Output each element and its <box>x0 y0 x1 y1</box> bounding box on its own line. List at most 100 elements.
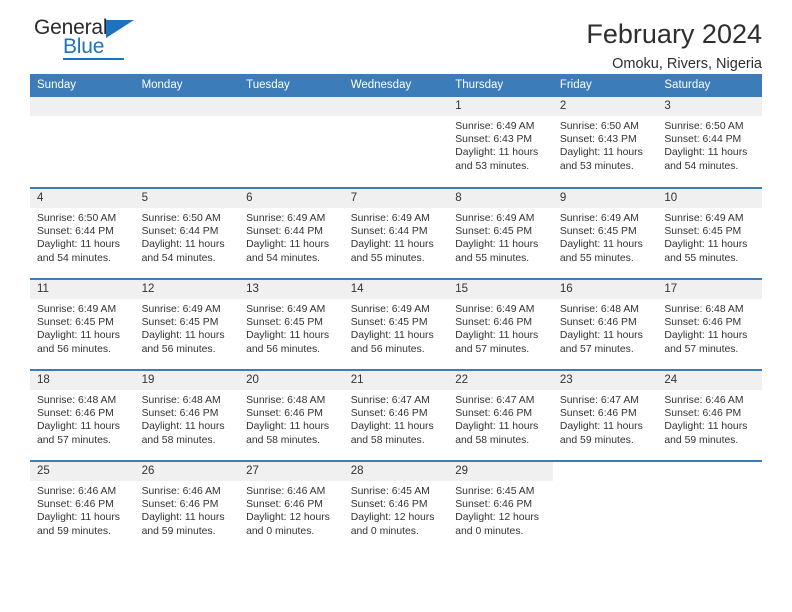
calendar-day-details: Sunrise: 6:49 AM Sunset: 6:44 PM Daylight:… <box>239 208 344 265</box>
calendar-day-detail-line: and 58 minutes. <box>141 434 216 446</box>
calendar-day-details <box>135 116 240 120</box>
calendar-day-cell[interactable]: 4 Sunrise: 6:50 AM Sunset: 6:44 PM Daylight… <box>30 189 135 278</box>
calendar-week-row: 11 Sunrise: 6:49 AM Sunset: 6:45 PM Dayligh… <box>30 278 762 370</box>
calendar-day-detail-line: Sunset: 6:44 PM <box>141 226 219 238</box>
calendar-day-cell[interactable]: 27 Sunrise: 6:46 AM Sunset: 6:46 PM Dayligh… <box>239 462 344 551</box>
calendar-day-cell[interactable]: 5 Sunrise: 6:50 AM Sunset: 6:44 PM Daylight… <box>134 189 240 278</box>
calendar-day-detail-line: and 59 minutes. <box>37 525 111 537</box>
calendar-empty-cell <box>657 462 762 551</box>
calendar-day-number: 26 <box>134 462 240 481</box>
calendar-empty-cell <box>239 97 344 186</box>
calendar-day-detail-line: Sunset: 6:45 PM <box>37 317 114 329</box>
calendar-day-detail-line: Sunset: 6:45 PM <box>350 317 428 329</box>
calendar-day-cell[interactable]: 3 Sunrise: 6:50 AM Sunset: 6:44 PM Daylight… <box>657 97 762 186</box>
calendar-day-detail-line: Sunset: 6:46 PM <box>559 317 637 329</box>
calendar-day-detail-line: Sunrise: 6:48 AM <box>559 304 639 315</box>
calendar-day-detail-line: and 58 minutes. <box>246 434 321 446</box>
location-subtitle: Omoku, Rivers, Nigeria <box>612 56 762 72</box>
calendar-day-cell[interactable]: 9 Sunrise: 6:49 AM Sunset: 6:45 PM Daylight… <box>552 189 658 278</box>
calendar-day-number: 6 <box>239 189 344 208</box>
calendar-day-cell[interactable]: 29 Sunrise: 6:45 AM Sunset: 6:46 PM Dayligh… <box>448 462 553 551</box>
page-header: General Blue February 2024 Omoku, Rivers… <box>30 0 762 74</box>
calendar-day-number: 28 <box>343 462 449 481</box>
calendar-day-details: Sunrise: 6:49 AM Sunset: 6:45 PM Daylight:… <box>553 208 658 265</box>
calendar-day-detail-line: Sunset: 6:46 PM <box>455 317 533 329</box>
calendar-day-cell[interactable]: 6 Sunrise: 6:49 AM Sunset: 6:44 PM Daylight… <box>239 189 344 278</box>
calendar-day-detail-line: Sunrise: 6:48 AM <box>37 395 117 406</box>
calendar-day-cell[interactable]: 21 Sunrise: 6:47 AM Sunset: 6:46 PM Dayligh… <box>343 371 449 460</box>
calendar-day-detail-line: Sunrise: 6:46 AM <box>141 486 221 497</box>
calendar-day-number: 22 <box>448 371 553 390</box>
calendar-day-details: Sunrise: 6:50 AM Sunset: 6:44 PM Daylight:… <box>135 208 240 265</box>
calendar-day-detail-line: and 58 minutes. <box>350 434 425 446</box>
calendar-day-cell[interactable]: 7 Sunrise: 6:49 AM Sunset: 6:44 PM Daylight… <box>343 189 449 278</box>
calendar-day-detail-line: Daylight: 11 hours <box>664 330 748 342</box>
calendar-day-number: 19 <box>134 371 240 390</box>
calendar-day-cell[interactable]: 22 Sunrise: 6:47 AM Sunset: 6:46 PM Dayligh… <box>448 371 553 460</box>
calendar-day-cell[interactable]: 24 Sunrise: 6:46 AM Sunset: 6:46 PM Dayligh… <box>657 371 762 460</box>
calendar-day-detail-line: Daylight: 11 hours <box>246 330 330 342</box>
calendar-day-cell[interactable]: 17 Sunrise: 6:48 AM Sunset: 6:46 PM Dayligh… <box>657 280 762 369</box>
calendar-day-cell[interactable]: 1 Sunrise: 6:49 AM Sunset: 6:43 PM Daylight… <box>448 97 553 186</box>
calendar-day-cell[interactable]: 19 Sunrise: 6:48 AM Sunset: 6:46 PM Dayligh… <box>134 371 240 460</box>
calendar-day-detail-line: Sunrise: 6:46 AM <box>246 486 326 497</box>
calendar-day-detail-line: and 54 minutes. <box>37 252 111 264</box>
calendar-day-details: Sunrise: 6:46 AM Sunset: 6:46 PM Daylight:… <box>657 390 762 447</box>
calendar-day-detail-line: Daylight: 11 hours <box>664 147 748 159</box>
logo-underline <box>63 58 124 60</box>
calendar-day-detail-line: Sunset: 6:46 PM <box>37 408 114 420</box>
calendar-day-detail-line: Daylight: 11 hours <box>350 239 434 251</box>
calendar-day-cell[interactable]: 14 Sunrise: 6:49 AM Sunset: 6:45 PM Dayligh… <box>343 280 449 369</box>
calendar-day-detail-line: Sunset: 6:45 PM <box>141 317 219 329</box>
calendar-day-number: 20 <box>239 371 344 390</box>
calendar-day-detail-line: Sunset: 6:46 PM <box>350 408 428 420</box>
calendar-day-cell[interactable]: 10 Sunrise: 6:49 AM Sunset: 6:45 PM Dayligh… <box>657 189 762 278</box>
calendar-week-row: 4 Sunrise: 6:50 AM Sunset: 6:44 PM Daylight… <box>30 187 762 279</box>
calendar-day-detail-line: Sunset: 6:44 PM <box>37 226 114 238</box>
calendar-day-cell[interactable]: 8 Sunrise: 6:49 AM Sunset: 6:45 PM Daylight… <box>448 189 553 278</box>
calendar-day-cell[interactable]: 25 Sunrise: 6:46 AM Sunset: 6:46 PM Dayligh… <box>30 462 135 551</box>
calendar-day-detail-line: Sunrise: 6:49 AM <box>246 213 326 224</box>
calendar-day-detail-line: Daylight: 11 hours <box>37 421 120 433</box>
calendar-day-detail-line: Sunrise: 6:49 AM <box>141 304 221 315</box>
calendar-day-details: Sunrise: 6:45 AM Sunset: 6:46 PM Daylight:… <box>344 481 449 538</box>
calendar-week-row: 25 Sunrise: 6:46 AM Sunset: 6:46 PM Dayligh… <box>30 460 762 552</box>
calendar-day-number: 29 <box>448 462 553 481</box>
calendar-day-cell[interactable]: 11 Sunrise: 6:49 AM Sunset: 6:45 PM Dayligh… <box>30 280 135 369</box>
calendar-day-cell[interactable]: 13 Sunrise: 6:49 AM Sunset: 6:45 PM Dayligh… <box>239 280 344 369</box>
calendar-day-detail-line: Sunrise: 6:49 AM <box>455 121 535 132</box>
calendar-day-detail-line: and 59 minutes. <box>664 434 739 446</box>
calendar-day-number <box>553 462 658 481</box>
calendar-day-details <box>30 116 135 120</box>
calendar-day-number: 9 <box>552 189 658 208</box>
calendar-day-cell[interactable]: 20 Sunrise: 6:48 AM Sunset: 6:46 PM Dayligh… <box>239 371 344 460</box>
calendar-day-detail-line: Daylight: 11 hours <box>37 239 120 251</box>
calendar-day-detail-line: and 54 minutes. <box>141 252 216 264</box>
calendar-day-details: Sunrise: 6:47 AM Sunset: 6:46 PM Daylight:… <box>553 390 658 447</box>
calendar-day-cell[interactable]: 16 Sunrise: 6:48 AM Sunset: 6:46 PM Dayligh… <box>552 280 658 369</box>
calendar-day-cell[interactable]: 23 Sunrise: 6:47 AM Sunset: 6:46 PM Dayligh… <box>552 371 658 460</box>
calendar-day-detail-line: Sunrise: 6:46 AM <box>37 486 117 497</box>
general-blue-logo[interactable]: General Blue <box>30 16 150 68</box>
calendar-day-details: Sunrise: 6:49 AM Sunset: 6:43 PM Daylight:… <box>448 116 553 173</box>
calendar-day-cell[interactable]: 15 Sunrise: 6:49 AM Sunset: 6:46 PM Dayligh… <box>448 280 553 369</box>
logo-text-blue: Blue <box>63 35 105 58</box>
calendar-day-cell[interactable]: 28 Sunrise: 6:45 AM Sunset: 6:46 PM Dayligh… <box>343 462 449 551</box>
calendar-day-detail-line: Sunset: 6:46 PM <box>455 499 533 511</box>
calendar-day-detail-line: Daylight: 11 hours <box>664 421 748 433</box>
calendar-day-detail-line: and 54 minutes. <box>664 160 739 172</box>
calendar-day-cell[interactable]: 18 Sunrise: 6:48 AM Sunset: 6:46 PM Dayligh… <box>30 371 135 460</box>
calendar-day-detail-line: and 56 minutes. <box>246 343 321 355</box>
calendar-day-detail-line: and 55 minutes. <box>664 252 739 264</box>
calendar-day-detail-line: Sunset: 6:44 PM <box>246 226 323 238</box>
calendar-day-cell[interactable]: 2 Sunrise: 6:50 AM Sunset: 6:43 PM Daylight… <box>552 97 658 186</box>
calendar-day-cell[interactable]: 12 Sunrise: 6:49 AM Sunset: 6:45 PM Dayligh… <box>134 280 240 369</box>
calendar-day-detail-line: and 56 minutes. <box>350 343 425 355</box>
calendar-day-cell[interactable]: 26 Sunrise: 6:46 AM Sunset: 6:46 PM Dayligh… <box>134 462 240 551</box>
calendar-day-details <box>239 116 344 120</box>
calendar-week-row: 18 Sunrise: 6:48 AM Sunset: 6:46 PM Dayligh… <box>30 369 762 461</box>
calendar-day-detail-line: Daylight: 11 hours <box>455 421 539 433</box>
calendar-day-detail-line: Daylight: 11 hours <box>455 239 539 251</box>
calendar-day-detail-line: Sunrise: 6:47 AM <box>559 395 639 406</box>
calendar-day-number: 10 <box>657 189 762 208</box>
